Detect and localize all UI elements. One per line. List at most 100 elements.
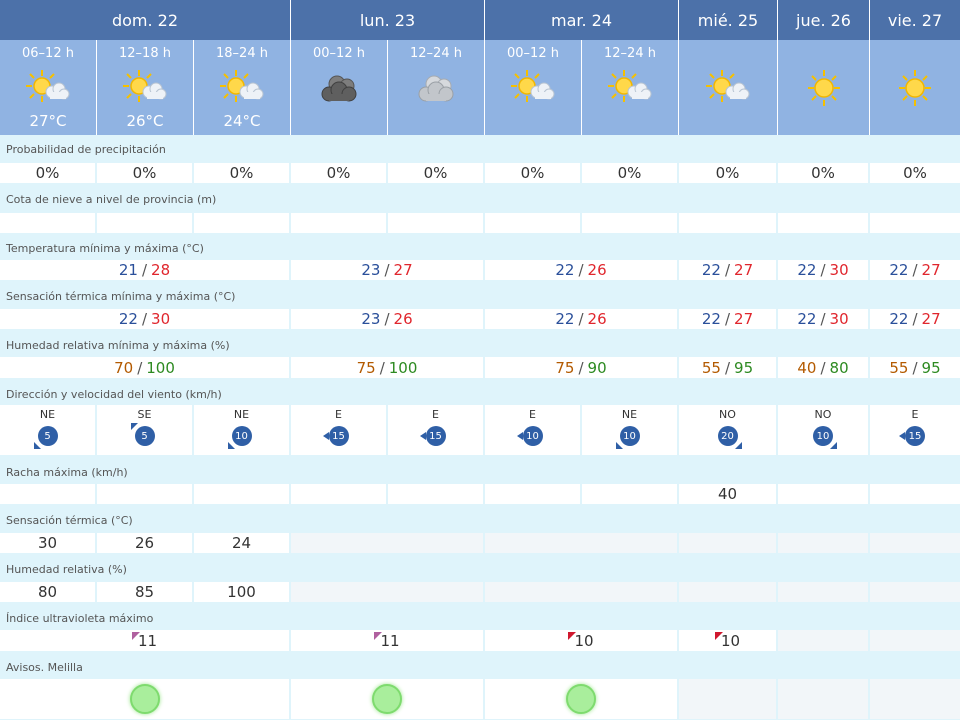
- feels-max: 26: [393, 310, 413, 328]
- temperature-row: 21/28 23/27 22/26 22/27 22/30 22/27: [0, 258, 960, 282]
- precipitation-value: 0%: [679, 163, 776, 183]
- wind-cell: E 15: [291, 405, 386, 455]
- day-header[interactable]: vie. 27: [870, 0, 960, 40]
- empty-cell: [679, 679, 776, 719]
- day-header[interactable]: dom. 22: [0, 0, 291, 40]
- period-temperature: 24°C: [223, 112, 261, 130]
- sun-cloud-icon: [608, 70, 652, 102]
- feels-like-range: 22/26: [485, 309, 677, 329]
- temp-min: 21: [118, 261, 138, 279]
- wind-cell: NO 10: [778, 405, 868, 455]
- empty-cell: [485, 533, 677, 553]
- period-temperature: 26°C: [126, 112, 164, 130]
- uv-cell: 11: [291, 630, 483, 651]
- section-label-temperature: Temperatura mínima y máxima (°C): [0, 234, 960, 260]
- period-cell: [679, 40, 778, 135]
- feels-like-value: 26: [97, 533, 192, 553]
- green-warning-light-icon[interactable]: [372, 684, 402, 714]
- period-cell: 12–24 h: [388, 40, 485, 135]
- dark-clouds-icon: [321, 75, 357, 102]
- wind-arrow-icon: 5: [130, 423, 157, 446]
- humidity-range: 75/90: [485, 357, 677, 378]
- section-label-uv: Índice ultravioleta máximo: [0, 604, 960, 630]
- feels-max: 27: [921, 310, 941, 328]
- warning-cell: [485, 679, 677, 719]
- temp-max: 26: [587, 261, 607, 279]
- period-label: 12–18 h: [119, 46, 171, 61]
- period-temperature: 27°C: [29, 112, 67, 130]
- uv-cell: 11: [0, 630, 289, 651]
- day-header[interactable]: mar. 24: [485, 0, 679, 40]
- wind-speed: 5: [134, 426, 155, 446]
- empty-cell: [870, 533, 960, 553]
- temp-max: 30: [829, 261, 849, 279]
- green-warning-light-icon[interactable]: [566, 684, 596, 714]
- temp-max: 27: [921, 261, 941, 279]
- sun-cloud-icon: [220, 70, 264, 102]
- wind-cell: E 10: [485, 405, 580, 455]
- feels-like-hourly-row: 30 26 24: [0, 531, 960, 555]
- uv-value: 10: [574, 631, 594, 650]
- uv-cell: 10: [485, 630, 677, 651]
- section-label-snow: Cota de nieve a nivel de provincia (m): [0, 185, 960, 211]
- uv-level-flag: [374, 631, 383, 640]
- humidity-hourly-row: 80 85 100: [0, 580, 960, 604]
- period-label: 12–24 h: [604, 46, 656, 61]
- humidity-value: 80: [0, 582, 95, 602]
- humidity-range: 40/80: [778, 357, 868, 378]
- sun-cloud-icon: [511, 70, 555, 102]
- wind-speed: 10: [619, 426, 640, 446]
- wind-direction: NO: [814, 408, 832, 421]
- day-header[interactable]: mié. 25: [679, 0, 778, 40]
- sun-cloud-icon: [123, 70, 167, 102]
- humidity-max: 80: [829, 358, 849, 377]
- humidity-min: 70: [114, 358, 134, 377]
- empty-cell: [778, 630, 868, 651]
- day-header[interactable]: lun. 23: [291, 0, 485, 40]
- feels-min: 23: [361, 310, 381, 328]
- precipitation-value: 0%: [778, 163, 868, 183]
- snow-value: [97, 213, 192, 233]
- wind-cell: E 15: [870, 405, 960, 455]
- wind-direction: NO: [719, 408, 736, 421]
- gust-value: [582, 484, 677, 504]
- feels-max: 30: [829, 310, 849, 328]
- precipitation-value: 0%: [870, 163, 960, 183]
- humidity-max: 95: [734, 358, 754, 377]
- wind-arrow-icon: 10: [615, 426, 642, 449]
- green-warning-light-icon[interactable]: [129, 684, 160, 714]
- period-cell: 18–24 h 24°C: [194, 40, 291, 135]
- wind-direction: E: [335, 408, 342, 421]
- empty-cell: [679, 582, 776, 602]
- wind-cell: SE 5: [97, 405, 192, 455]
- temperature-range: 22/27: [679, 260, 776, 280]
- day-header[interactable]: jue. 26: [778, 0, 870, 40]
- temperature-range: 22/30: [778, 260, 868, 280]
- period-label: 12–24 h: [410, 46, 462, 61]
- gust-value: [0, 484, 95, 504]
- period-row: 06–12 h 27°C 12–18 h 26°C 18–24 h 24°C 0…: [0, 40, 960, 135]
- snow-value: [679, 213, 776, 233]
- feels-like-range: 22/30: [778, 309, 868, 329]
- period-cell: 00–12 h: [291, 40, 388, 135]
- gust-value: [194, 484, 289, 504]
- temperature-range: 23/27: [291, 260, 483, 280]
- wind-arrow-icon: 15: [322, 426, 351, 446]
- humidity-row: 70/100 75/100 75/90 55/95 40/80 55/95: [0, 355, 960, 380]
- feels-max: 27: [734, 310, 754, 328]
- empty-cell: [291, 533, 483, 553]
- temperature-range: 22/26: [485, 260, 677, 280]
- wind-arrow-icon: 20: [716, 426, 742, 449]
- feels-min: 22: [555, 310, 575, 328]
- wind-cell: NE 10: [582, 405, 677, 455]
- temp-max: 27: [393, 261, 413, 279]
- empty-cell: [870, 630, 960, 651]
- period-cell: 00–12 h: [485, 40, 582, 135]
- humidity-value: 100: [194, 582, 289, 602]
- wind-speed: 20: [717, 426, 738, 446]
- section-label-humidity-hourly: Humedad relativa (%): [0, 555, 960, 581]
- empty-cell: [778, 679, 868, 719]
- temp-min: 23: [361, 261, 381, 279]
- humidity-min: 55: [701, 358, 721, 377]
- empty-cell: [679, 533, 776, 553]
